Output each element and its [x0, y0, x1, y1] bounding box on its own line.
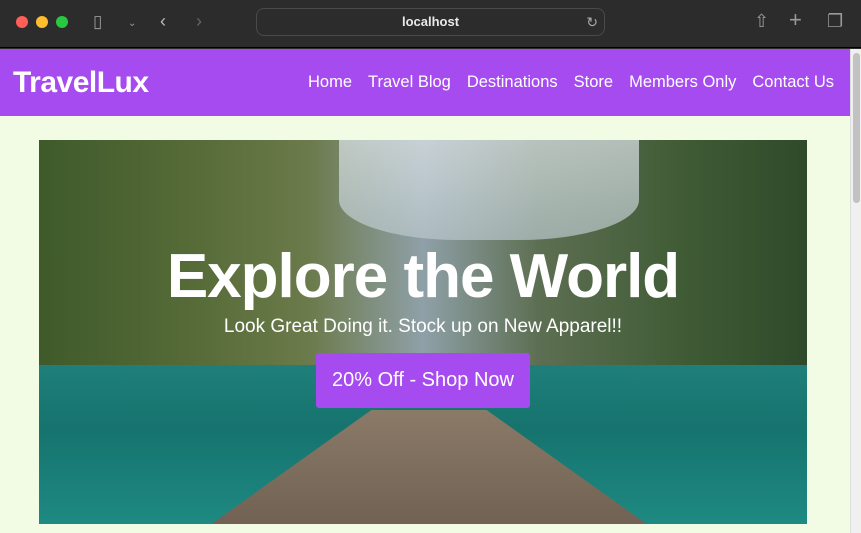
- hero-image-sky: [339, 140, 639, 240]
- chevron-left-icon[interactable]: ‹: [160, 12, 166, 30]
- hero-title: Explore the World: [166, 242, 680, 311]
- nav-members-only[interactable]: Members Only: [629, 73, 736, 92]
- nav-store[interactable]: Store: [574, 73, 613, 92]
- minimize-window-button[interactable]: [36, 16, 48, 28]
- page: TravelLux Home Travel Blog Destinations …: [0, 49, 850, 533]
- plus-icon[interactable]: +: [789, 9, 802, 31]
- chevron-down-icon[interactable]: ⌄: [128, 15, 136, 33]
- nav-destinations[interactable]: Destinations: [467, 73, 558, 92]
- url-text: localhost: [401, 14, 460, 29]
- maximize-window-button[interactable]: [56, 16, 68, 28]
- hero-content: Explore the World Look Great Doing it. S…: [39, 240, 807, 408]
- hero-subtitle: Look Great Doing it. Stock up on New App…: [223, 316, 623, 337]
- hero-banner: Explore the World Look Great Doing it. S…: [39, 140, 807, 524]
- address-bar[interactable]: localhost ↻: [256, 8, 605, 36]
- scrollbar-thumb[interactable]: [853, 53, 860, 203]
- nav-home[interactable]: Home: [308, 73, 352, 92]
- site-header: TravelLux Home Travel Blog Destinations …: [0, 49, 850, 116]
- logo[interactable]: TravelLux: [13, 66, 149, 100]
- chevron-right-icon[interactable]: ›: [196, 12, 202, 30]
- scrollbar[interactable]: [850, 49, 861, 533]
- browser-toolbar: ▯ ⌄ ‹ › localhost ↻ ⇧ + ❐: [0, 0, 861, 48]
- main-nav: Home Travel Blog Destinations Store Memb…: [308, 73, 834, 92]
- tabs-icon[interactable]: ❐: [827, 12, 843, 30]
- shop-now-button[interactable]: 20% Off - Shop Now: [316, 353, 530, 408]
- sidebar-icon[interactable]: ▯: [93, 13, 102, 31]
- close-window-button[interactable]: [16, 16, 28, 28]
- share-icon[interactable]: ⇧: [754, 12, 769, 30]
- nav-contact-us[interactable]: Contact Us: [752, 73, 834, 92]
- nav-travel-blog[interactable]: Travel Blog: [368, 73, 451, 92]
- reload-icon[interactable]: ↻: [586, 9, 598, 35]
